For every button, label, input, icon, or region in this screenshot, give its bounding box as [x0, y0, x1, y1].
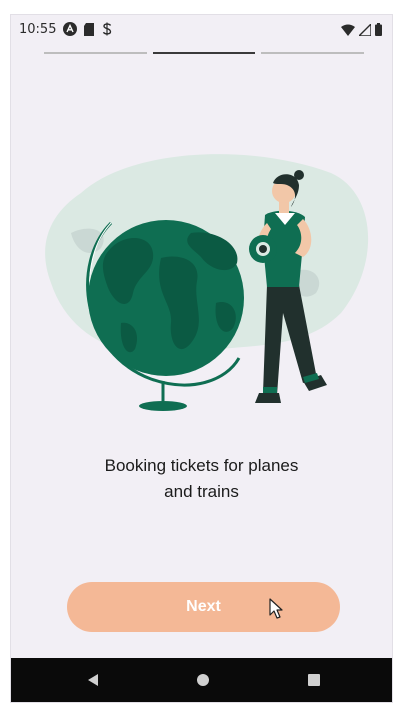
status-bar: 10:55 — [11, 15, 392, 45]
sd-card-icon — [84, 22, 94, 36]
onboarding-title: Booking tickets for planes and trains — [11, 453, 392, 505]
mouse-cursor-icon — [269, 598, 283, 619]
onboarding-title-line-2: and trains — [164, 482, 239, 501]
onboarding-progress-indicator — [44, 52, 365, 54]
progress-step-3 — [261, 52, 365, 54]
next-button[interactable]: Next — [67, 582, 340, 632]
back-triangle-icon[interactable] — [83, 670, 103, 690]
battery-icon — [375, 23, 382, 36]
wifi-icon — [341, 24, 355, 36]
app-screen: 10:55 Booking tickets for planes and tra… — [10, 14, 393, 703]
onboarding-title-line-1: Booking tickets for planes — [104, 456, 299, 475]
signal-icon — [359, 23, 371, 36]
home-circle-icon[interactable] — [193, 670, 213, 690]
woman-with-globe-illustration — [45, 154, 369, 411]
status-time: 10:55 — [19, 22, 57, 37]
sync-s-icon — [102, 22, 112, 36]
status-icons-right — [341, 23, 382, 36]
recents-square-icon[interactable] — [304, 670, 324, 690]
app-a-icon — [63, 22, 77, 36]
globe-base — [139, 401, 187, 411]
progress-step-1 — [44, 52, 147, 54]
status-icons-left — [63, 22, 113, 36]
progress-step-2 — [152, 52, 256, 54]
system-navigation-bar — [11, 658, 392, 702]
